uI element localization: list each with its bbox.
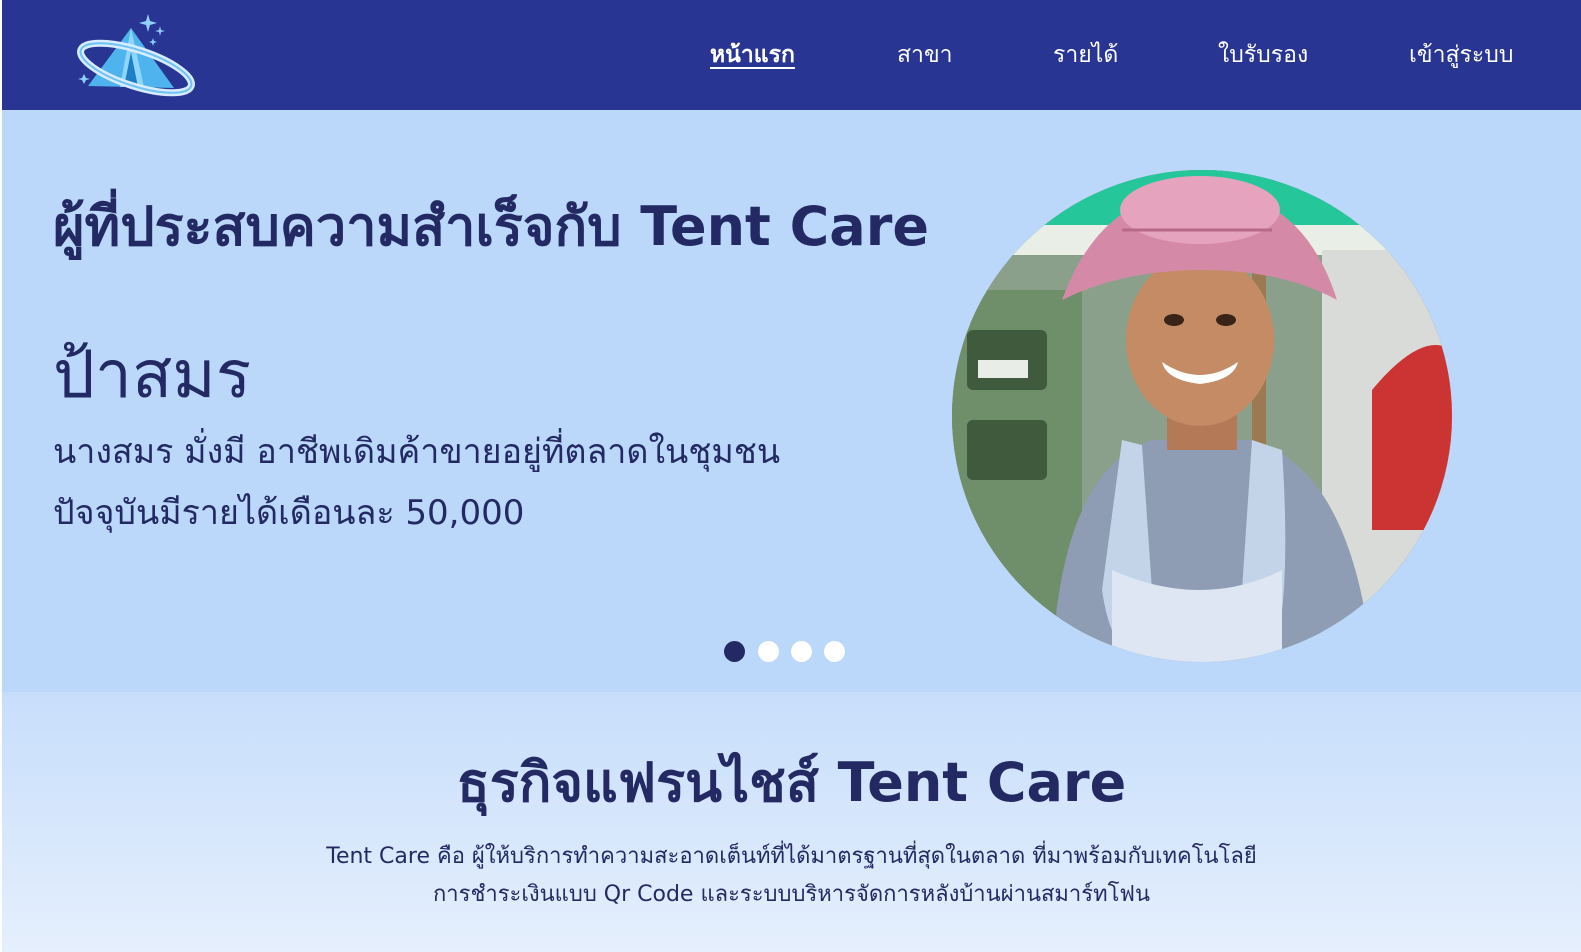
- story-person-name: ป้าสมร: [53, 336, 252, 413]
- main-nav: หน้าแรก สาขา รายได้ ใบรับรอง เข้าสู่ระบบ: [2, 0, 1581, 110]
- story-portrait-photo: [952, 170, 1452, 662]
- carousel-dot-3[interactable]: [791, 641, 812, 662]
- story-description-line: นางสมร มั่งมี อาชีพเดิมค้าขายอยู่ที่ตลาด…: [53, 432, 781, 472]
- nav-item-branches[interactable]: สาขา: [897, 38, 953, 72]
- top-navbar: หน้าแรก สาขา รายได้ ใบรับรอง เข้าสู่ระบบ: [2, 0, 1581, 110]
- franchise-title: ธุรกิจแฟรนไชส์ Tent Care: [456, 751, 1127, 814]
- franchise-description-line-2: การชำระเงินแบบ Qr Code และระบบบริหารจัดก…: [432, 882, 1151, 907]
- page: หน้าแรก สาขา รายได้ ใบรับรอง เข้าสู่ระบบ…: [0, 0, 1581, 952]
- nav-item-home[interactable]: หน้าแรก: [710, 38, 795, 72]
- story-income-line: ปัจจุบันมีรายได้เดือนละ 50,000: [53, 493, 525, 533]
- nav-item-certificates[interactable]: ใบรับรอง: [1218, 38, 1308, 72]
- hero-heading: ผู้ที่ประสบความสำเร็จกับ Tent Care: [53, 195, 929, 258]
- franchise-description-line-1: Tent Care คือ ผู้ให้บริการทำความสะอาดเต็…: [326, 844, 1257, 869]
- carousel-dot-2[interactable]: [758, 641, 779, 662]
- franchise-intro-section: ธุรกิจแฟรนไชส์ Tent Care Tent Care คือ ผ…: [2, 692, 1581, 952]
- carousel-dot-1[interactable]: [724, 641, 745, 662]
- nav-item-login[interactable]: เข้าสู่ระบบ: [1409, 38, 1513, 72]
- success-story-carousel: ผู้ที่ประสบความสำเร็จกับ Tent Care ป้าสม…: [2, 110, 1581, 692]
- nav-item-income[interactable]: รายได้: [1053, 38, 1118, 72]
- carousel-dot-4[interactable]: [824, 641, 845, 662]
